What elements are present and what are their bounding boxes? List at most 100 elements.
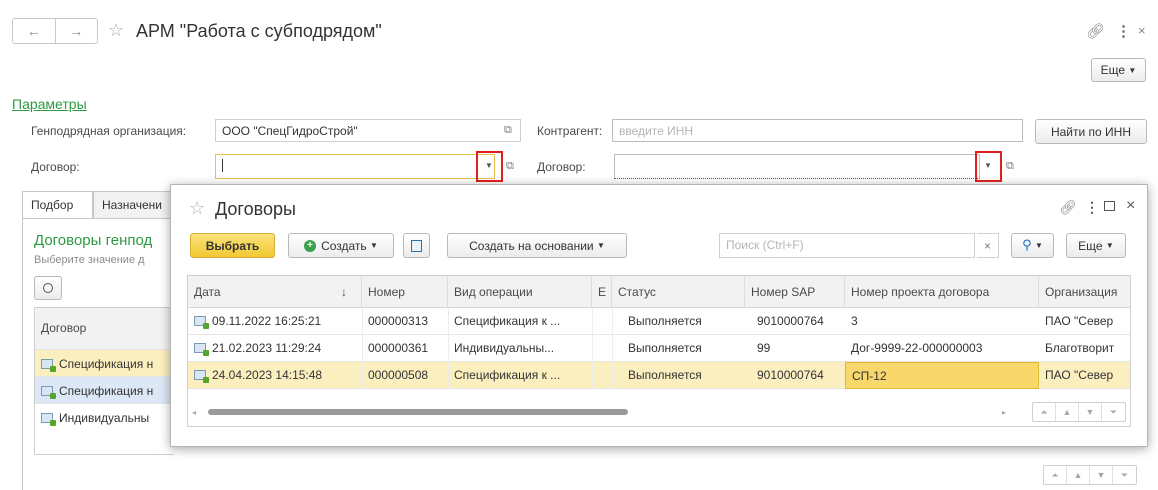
cell-date: 09.11.2022 16:25:21 — [212, 314, 322, 328]
forward-arrow-icon[interactable]: → — [56, 19, 98, 43]
search-placeholder: Поиск (Ctrl+F) — [726, 238, 804, 252]
column-label: Статус — [618, 285, 656, 299]
column-label: Е — [598, 285, 607, 299]
create-button[interactable]: + Создать ▼ — [288, 233, 394, 258]
cell-org: ПАО "Север — [1045, 314, 1114, 328]
table-header: Дата ↓ Номер Вид операции Е Статус Номер … — [188, 276, 1130, 308]
column-header-number[interactable]: Номер — [362, 276, 448, 308]
select-button[interactable]: Выбрать — [190, 233, 275, 258]
column-label: Организация — [1045, 285, 1118, 299]
up-icon[interactable]: ▲ — [1056, 403, 1079, 421]
contract-input[interactable] — [215, 154, 495, 179]
dropdown-arrow-icon[interactable]: ▼ — [984, 161, 992, 170]
open-icon[interactable]: ⧉ — [504, 124, 512, 137]
search-button[interactable] — [34, 276, 62, 300]
column-header-op-type[interactable]: Вид операции — [448, 276, 592, 308]
copy-button[interactable] — [403, 233, 430, 258]
table-row-selected[interactable]: 24.04.2023 14:15:48 000000508 Спецификац… — [188, 362, 1130, 389]
document-icon — [41, 386, 56, 399]
document-icon — [194, 370, 209, 383]
column-header-date[interactable]: Дата ↓ — [188, 276, 362, 308]
dropdown-arrow-icon[interactable]: ▼ — [485, 161, 493, 170]
scroll-left-icon[interactable]: ◂ — [192, 408, 196, 417]
close-icon[interactable]: × — [1126, 197, 1135, 215]
favorite-star-icon[interactable]: ☆ — [189, 198, 205, 219]
list-item[interactable]: Индивидуальны — [35, 403, 175, 430]
horizontal-scroll-thumb[interactable] — [208, 409, 628, 415]
list-item[interactable]: Спецификация н — [35, 349, 175, 376]
column-label: Номер SAP — [751, 285, 816, 299]
column-header-project[interactable]: Номер проекта договора — [845, 276, 1039, 308]
first-page-icon[interactable]: ⏶ — [1033, 403, 1056, 421]
find-by-inn-button[interactable]: Найти по ИНН — [1035, 119, 1147, 144]
cell-org: Благотворит — [1045, 341, 1115, 355]
dialog-more-label: Еще — [1078, 238, 1103, 253]
cell-e — [592, 335, 612, 362]
left-panel-hint: Выберите значение д — [34, 254, 145, 266]
search-icon: ⚲ — [1022, 238, 1032, 253]
cell-number: 000000313 — [368, 314, 429, 328]
document-icon — [41, 413, 56, 426]
params-section-title[interactable]: Параметры — [12, 96, 87, 112]
table-row[interactable]: 21.02.2023 11:29:24 000000361 Индивидуал… — [188, 335, 1130, 362]
create-based-button[interactable]: Создать на основании ▼ — [447, 233, 627, 258]
cell-org: ПАО "Север — [1045, 368, 1114, 382]
open-icon[interactable]: ⧉ — [506, 160, 514, 173]
clear-search-icon[interactable]: × — [977, 233, 999, 258]
column-header-sap[interactable]: Номер SAP — [745, 276, 845, 308]
contract2-input[interactable] — [614, 154, 980, 179]
link-icon[interactable]: 🔗︎ — [1059, 199, 1077, 216]
chevron-down-icon: ▼ — [596, 241, 605, 250]
cell-e — [592, 362, 612, 389]
table-row[interactable]: 09.11.2022 16:25:21 000000313 Спецификац… — [188, 308, 1130, 335]
nav-buttons: ← → — [12, 18, 98, 44]
tab-naznachenie[interactable]: Назначени — [93, 191, 173, 218]
maximize-icon[interactable] — [1104, 201, 1115, 211]
cell-project: Дог-9999-22-000000003 — [851, 341, 983, 355]
column-divider — [592, 308, 593, 389]
gen-org-field[interactable]: ООО "СпецГидроСтрой" — [215, 119, 521, 142]
cell-sap: 9010000764 — [757, 314, 824, 328]
scroll-right-icon[interactable]: ▸ — [1002, 408, 1006, 417]
column-header-org[interactable]: Организация — [1039, 276, 1130, 308]
down-icon[interactable]: ▼ — [1079, 403, 1102, 421]
cell-number: 000000361 — [368, 341, 429, 355]
tab-podbor[interactable]: Подбор — [22, 191, 93, 219]
column-label: Вид операции — [454, 285, 533, 299]
down-icon[interactable]: ▼ — [1090, 466, 1113, 484]
last-page-icon[interactable]: ⏷ — [1113, 466, 1136, 484]
tab-label: Назначени — [102, 198, 162, 212]
contracts-dialog: ☆ Договоры 🔗︎ ⋮ × Выбрать + Создать ▼ Со… — [170, 184, 1148, 447]
up-icon[interactable]: ▲ — [1067, 466, 1090, 484]
counterparty-input[interactable]: введите ИНН — [612, 119, 1023, 142]
link-icon[interactable]: 🔗︎ — [1086, 22, 1105, 40]
menu-icon[interactable]: ⋮ — [1085, 199, 1099, 216]
copy-icon — [411, 239, 422, 252]
column-header-e[interactable]: Е — [592, 276, 612, 308]
cell-op-type: Спецификация к ... — [454, 368, 561, 382]
cell-op-type: Спецификация к ... — [454, 314, 561, 328]
open-icon[interactable]: ⧉ — [1006, 160, 1014, 173]
contract-label: Договор: — [31, 160, 80, 174]
chevron-down-icon: ▼ — [1034, 241, 1043, 250]
counterparty-label: Контрагент: — [537, 124, 603, 138]
last-page-icon[interactable]: ⏷ — [1102, 403, 1125, 421]
favorite-star-icon[interactable]: ☆ — [108, 20, 124, 41]
cell-op-type: Индивидуальны... — [454, 341, 555, 355]
left-panel-title: Договоры генпод — [34, 232, 153, 249]
first-page-icon[interactable]: ⏶ — [1044, 466, 1067, 484]
dialog-more-button[interactable]: Еще ▼ — [1066, 233, 1126, 258]
close-icon[interactable]: × — [1138, 23, 1146, 38]
list-item[interactable]: Спецификация н — [35, 376, 175, 403]
search-options-button[interactable]: ⚲ ▼ — [1011, 233, 1054, 258]
back-arrow-icon[interactable]: ← — [13, 19, 56, 43]
cell-project-current[interactable]: СП-12 — [845, 362, 1039, 389]
search-input[interactable]: Поиск (Ctrl+F) — [719, 233, 975, 258]
cell-sap: 99 — [757, 341, 771, 355]
menu-icon[interactable]: ⋮ — [1116, 22, 1131, 40]
contract2-label: Договор: — [537, 160, 586, 174]
column-header-status[interactable]: Статус — [612, 276, 745, 308]
contracts-table: Дата ↓ Номер Вид операции Е Статус Номер … — [187, 275, 1131, 427]
more-button[interactable]: Еще ▼ — [1091, 58, 1146, 82]
table-page-buttons: ⏶ ▲ ▼ ⏷ — [1032, 402, 1126, 422]
